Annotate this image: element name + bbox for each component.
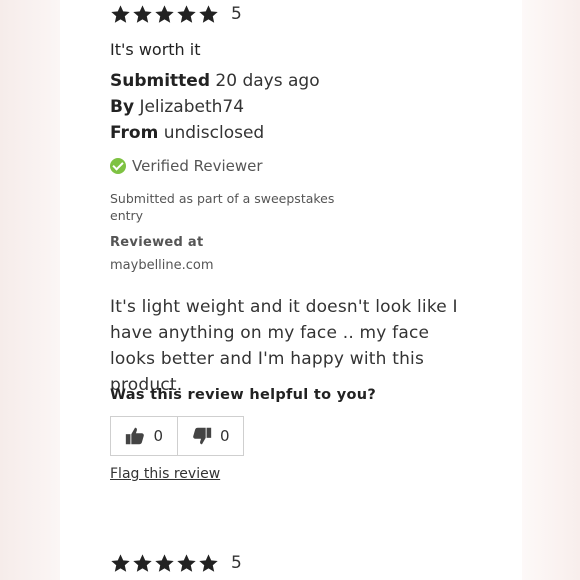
review-body: It's light weight and it doesn't look li… xyxy=(110,297,458,395)
star-icon xyxy=(198,553,219,574)
star-icon xyxy=(176,553,197,574)
star-icon xyxy=(176,4,197,25)
rating-value: 5 xyxy=(231,553,242,573)
reviewed-at-label: Reviewed at xyxy=(110,235,204,250)
submitted-line: Submitted 20 days ago xyxy=(110,71,320,91)
helpful-vote-group: 0 0 xyxy=(110,416,244,456)
star-icon xyxy=(198,4,219,25)
next-review-rating: 5 xyxy=(110,553,242,574)
helpful-question: Was this review helpful to you? xyxy=(110,387,377,403)
submitted-value: 20 days ago xyxy=(215,71,320,91)
check-circle-icon xyxy=(110,158,126,174)
location-value: undisclosed xyxy=(163,123,265,143)
helpful-yes-count: 0 xyxy=(153,427,164,445)
left-backdrop xyxy=(0,0,60,580)
helpful-yes-button[interactable]: 0 xyxy=(111,417,177,455)
star-icon xyxy=(132,4,153,25)
right-backdrop xyxy=(522,0,580,580)
location-line: From undisclosed xyxy=(110,123,264,143)
thumbs-down-icon xyxy=(193,427,212,445)
star-icon xyxy=(110,4,131,25)
author-name: Jelizabeth74 xyxy=(139,97,245,117)
verified-label: Verified Reviewer xyxy=(132,157,263,175)
verified-badge: Verified Reviewer xyxy=(110,157,263,175)
star-rating xyxy=(110,4,219,25)
rating-value: 5 xyxy=(231,4,242,24)
helpful-no-count: 0 xyxy=(219,427,230,445)
review-headline: It's worth it xyxy=(110,40,201,59)
submitted-label: Submitted xyxy=(110,71,211,91)
sweepstakes-note: Submitted as part of a sweepstakes entry xyxy=(110,191,335,223)
helpful-no-button[interactable]: 0 xyxy=(176,417,244,455)
star-icon xyxy=(132,553,153,574)
author-line: By Jelizabeth74 xyxy=(110,97,244,117)
thumbs-up-icon xyxy=(126,427,145,445)
review-rating: 5 xyxy=(110,4,242,25)
flag-review-link[interactable]: Flag this review xyxy=(110,466,220,482)
reviewed-at-site: maybelline.com xyxy=(110,258,214,273)
star-icon xyxy=(110,553,131,574)
from-label: From xyxy=(110,123,159,143)
by-label: By xyxy=(110,97,135,117)
star-icon xyxy=(154,553,175,574)
star-icon xyxy=(154,4,175,25)
star-rating xyxy=(110,553,219,574)
